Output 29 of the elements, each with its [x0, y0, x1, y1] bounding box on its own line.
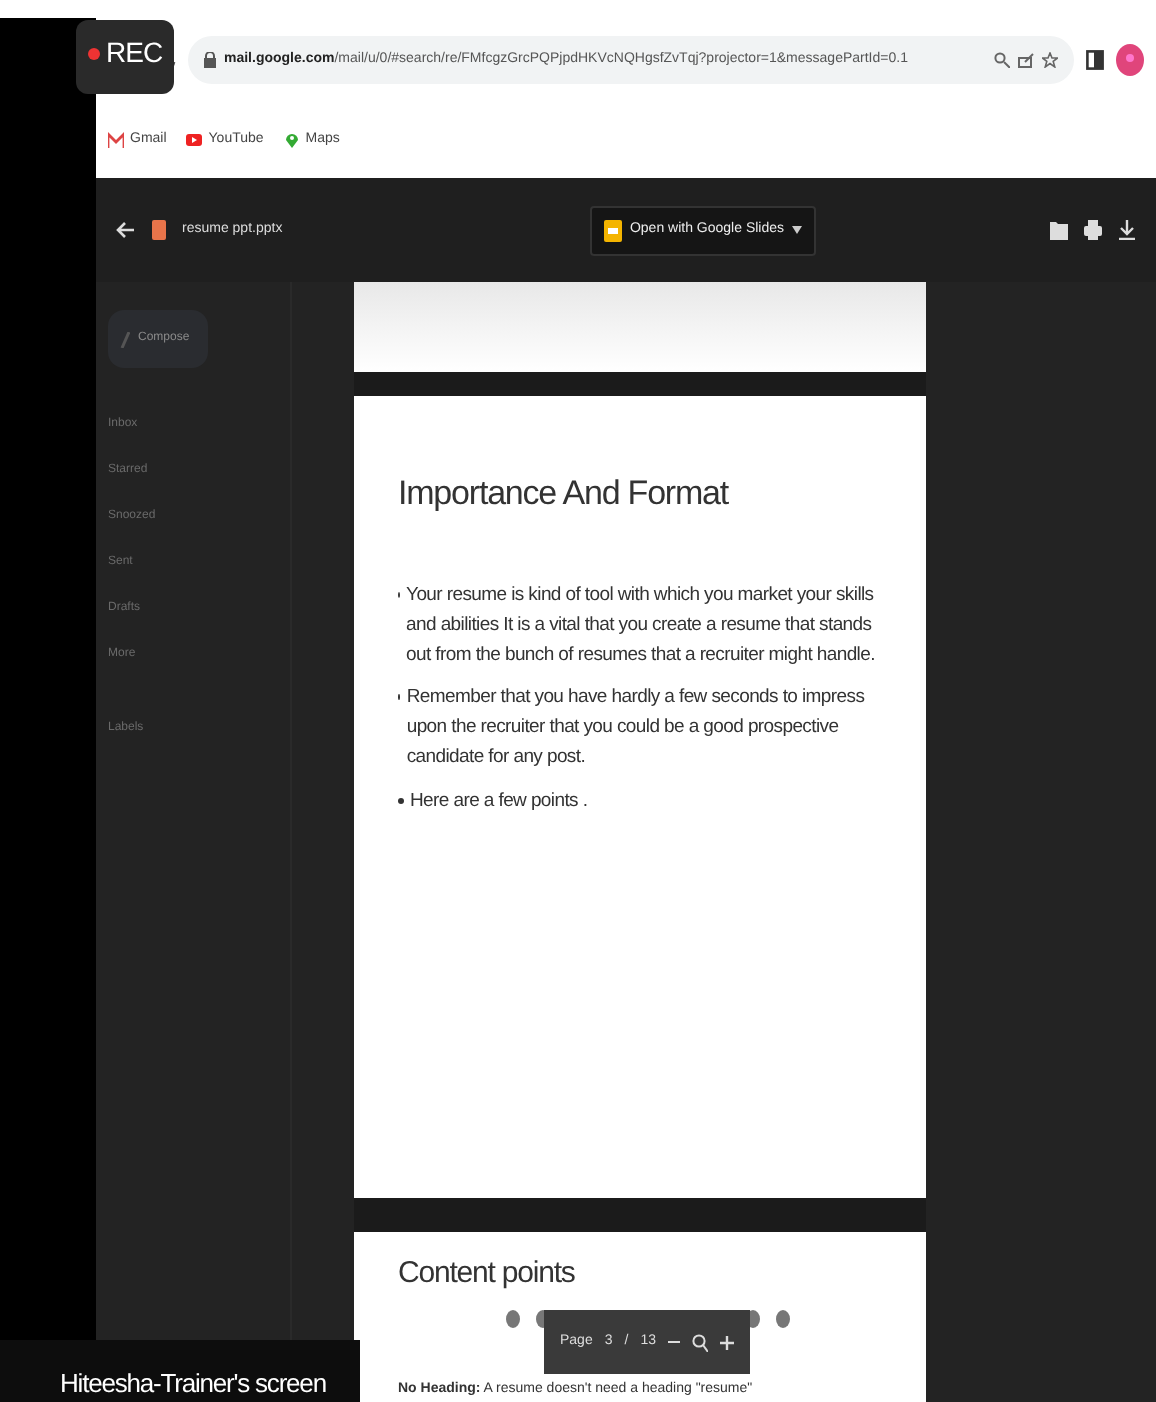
carousel-dot — [506, 1309, 520, 1327]
bullet-text: Remember that you have hardly a few seconds to impress upon the recruiter that you could be a good prospective candidate for any post. — [406, 684, 867, 773]
print-icon[interactable] — [1084, 220, 1102, 240]
presenter-caption: Hiteesha-Trainer's screen — [0, 1340, 360, 1402]
zoom-in-icon[interactable] — [720, 1335, 735, 1349]
lock-icon — [204, 52, 216, 68]
recording-badge: REC — [76, 20, 175, 94]
sidebar-icon[interactable] — [1086, 50, 1104, 70]
zoom-icon[interactable] — [994, 52, 1010, 68]
back-arrow-icon[interactable] — [116, 220, 136, 240]
download-icon[interactable] — [1118, 220, 1136, 240]
bullet-text: Your resume is kind of tool with which you market your skills and abilities It is a vital that you create a resume that stands out from the bunch of resumes that a recruiter might handle. — [406, 581, 877, 670]
pencil-icon — [120, 331, 130, 347]
caret-icon — [792, 226, 803, 234]
star-icon[interactable] — [1042, 52, 1058, 68]
slides-file-icon — [152, 220, 166, 240]
zoom-out-icon[interactable] — [668, 1336, 681, 1348]
slides-icon — [603, 219, 622, 241]
carousel-dot — [776, 1309, 790, 1327]
magnifier-icon[interactable] — [692, 1333, 709, 1351]
bullet-text: Here are a few points . — [410, 787, 588, 816]
play-icon — [186, 132, 203, 148]
map-pin-icon — [283, 132, 300, 148]
slide-title: Content points — [398, 1254, 577, 1294]
avatar-icon[interactable] — [1116, 44, 1144, 76]
share-icon[interactable] — [1018, 52, 1034, 68]
record-dot-icon — [88, 47, 100, 59]
gmail-icon — [108, 132, 124, 148]
slide-title: Importance And Format — [398, 472, 731, 516]
